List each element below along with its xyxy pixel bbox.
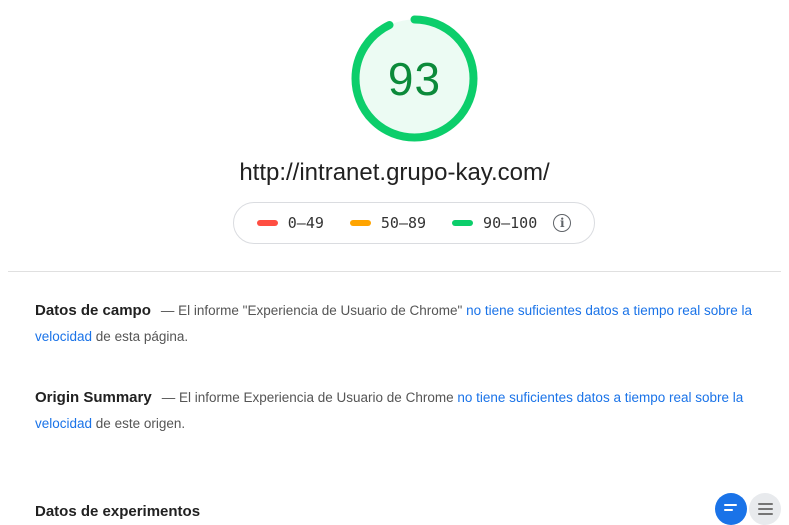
field-data-section: Datos de campo — El informe "Experiencia …	[35, 298, 753, 350]
info-icon[interactable]: i	[553, 214, 572, 232]
origin-summary-text-end: de este origen.	[92, 416, 186, 431]
legend-item-fail: 0–49	[256, 214, 324, 232]
average-color-bar	[349, 220, 371, 226]
origin-summary-title: Origin Summary	[35, 389, 152, 406]
performance-gauge: 93	[349, 13, 480, 144]
section-divider	[8, 271, 781, 272]
field-data-text-end: de esta página.	[92, 329, 189, 344]
origin-summary-text: — El informe Experiencia de Usuario de C…	[161, 390, 458, 405]
performance-score: 93	[387, 52, 442, 105]
pass-color-bar	[452, 220, 474, 226]
legend-label-fail: 0–49	[287, 214, 324, 232]
origin-summary-section: Origin Summary — El informe Experiencia d…	[35, 385, 753, 437]
lab-data-title: Datos de experimentos	[35, 503, 201, 520]
view-toggle	[715, 493, 789, 525]
page-url: http://intranet.grupo-kay.com/	[239, 159, 550, 186]
field-data-title: Datos de campo	[35, 302, 151, 319]
list-view-button[interactable]	[749, 493, 781, 525]
summary-view-button[interactable]	[715, 493, 747, 525]
field-data-text: — El informe "Experiencia de Usuario de …	[160, 303, 467, 318]
legend-item-average: 50–89	[349, 214, 427, 232]
legend-item-pass: 90–100	[452, 214, 537, 232]
fail-color-bar	[256, 220, 278, 226]
legend-label-pass: 90–100	[483, 214, 538, 232]
legend-label-average: 50–89	[380, 214, 427, 232]
score-legend: 0–49 50–89 90–100 i	[233, 202, 595, 244]
